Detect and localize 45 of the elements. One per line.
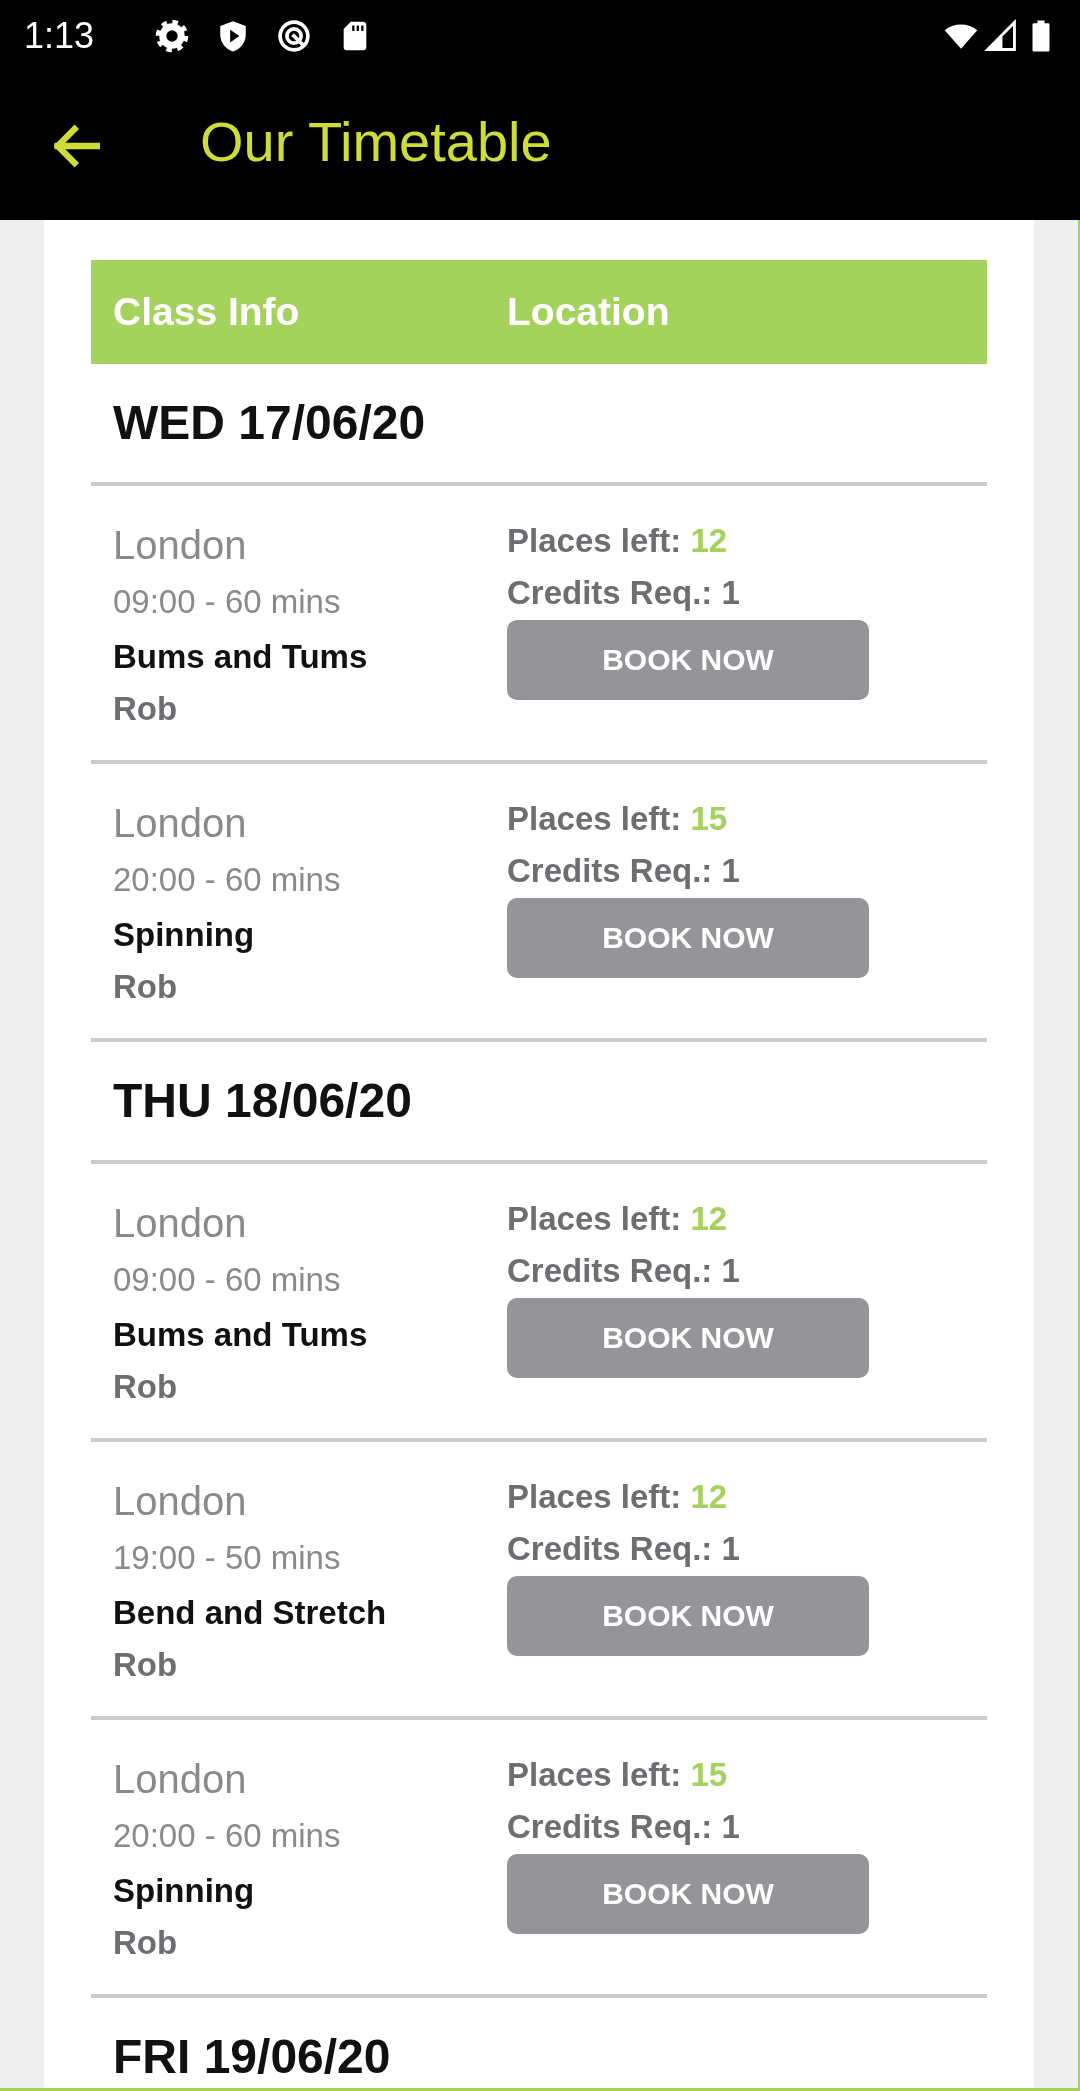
location-text: London bbox=[113, 1478, 247, 1525]
credits-required-text: Credits Req.: 1 bbox=[507, 1529, 740, 1569]
class-name: Spinning bbox=[113, 915, 255, 955]
places-left-text: Places left: 15 bbox=[507, 1755, 728, 1795]
class-name: Bums and Tums bbox=[113, 1315, 368, 1355]
time-duration-text: 09:00 - 60 mins bbox=[113, 1260, 341, 1300]
book-now-button[interactable]: BOOK NOW bbox=[507, 1854, 869, 1934]
places-left-text: Places left: 12 bbox=[507, 1199, 728, 1239]
credits-required-text: Credits Req.: 1 bbox=[507, 573, 740, 613]
instructor-name: Rob bbox=[113, 967, 178, 1007]
instructor-name: Rob bbox=[113, 1645, 178, 1685]
places-left-text: Places left: 15 bbox=[507, 799, 728, 839]
credits-required-text: Credits Req.: 1 bbox=[507, 851, 740, 891]
class-name: Bums and Tums bbox=[113, 637, 368, 677]
location-text: London bbox=[113, 1200, 247, 1247]
location-text: London bbox=[113, 522, 247, 569]
places-left-text: Places left: 12 bbox=[507, 521, 728, 561]
instructor-name: Rob bbox=[113, 689, 178, 729]
ring-slash-icon bbox=[277, 19, 312, 53]
instructor-name: Rob bbox=[113, 1923, 178, 1963]
time-duration-text: 20:00 - 60 mins bbox=[113, 860, 341, 900]
places-left-text: Places left: 12 bbox=[507, 1477, 728, 1517]
class-name: Spinning bbox=[113, 1871, 255, 1911]
book-now-button[interactable]: BOOK NOW bbox=[507, 1576, 869, 1656]
instructor-name: Rob bbox=[113, 1367, 178, 1407]
column-header: Class Info bbox=[113, 290, 300, 333]
book-now-button[interactable]: BOOK NOW bbox=[507, 620, 869, 700]
column-header: Location bbox=[507, 290, 670, 333]
clock-time: 1:13 bbox=[24, 18, 95, 54]
location-text: London bbox=[113, 1756, 247, 1803]
settings-icon bbox=[155, 19, 190, 53]
date-heading: WED 17/06/20 bbox=[113, 396, 426, 449]
time-duration-text: 20:00 - 60 mins bbox=[113, 1816, 341, 1856]
book-now-button[interactable]: BOOK NOW bbox=[507, 1298, 869, 1378]
signal-icon bbox=[984, 19, 1018, 53]
location-text: London bbox=[113, 800, 247, 847]
time-duration-text: 19:00 - 50 mins bbox=[113, 1538, 341, 1578]
book-now-button[interactable]: BOOK NOW bbox=[507, 898, 869, 978]
time-duration-text: 09:00 - 60 mins bbox=[113, 582, 341, 622]
class-name: Bend and Stretch bbox=[113, 1593, 387, 1633]
credits-required-text: Credits Req.: 1 bbox=[507, 1807, 740, 1847]
date-heading: FRI 19/06/20 bbox=[113, 2030, 391, 2083]
date-heading: THU 18/06/20 bbox=[113, 1074, 412, 1127]
credits-required-text: Credits Req.: 1 bbox=[507, 1251, 740, 1291]
screen-title: Our Timetable bbox=[200, 114, 552, 170]
